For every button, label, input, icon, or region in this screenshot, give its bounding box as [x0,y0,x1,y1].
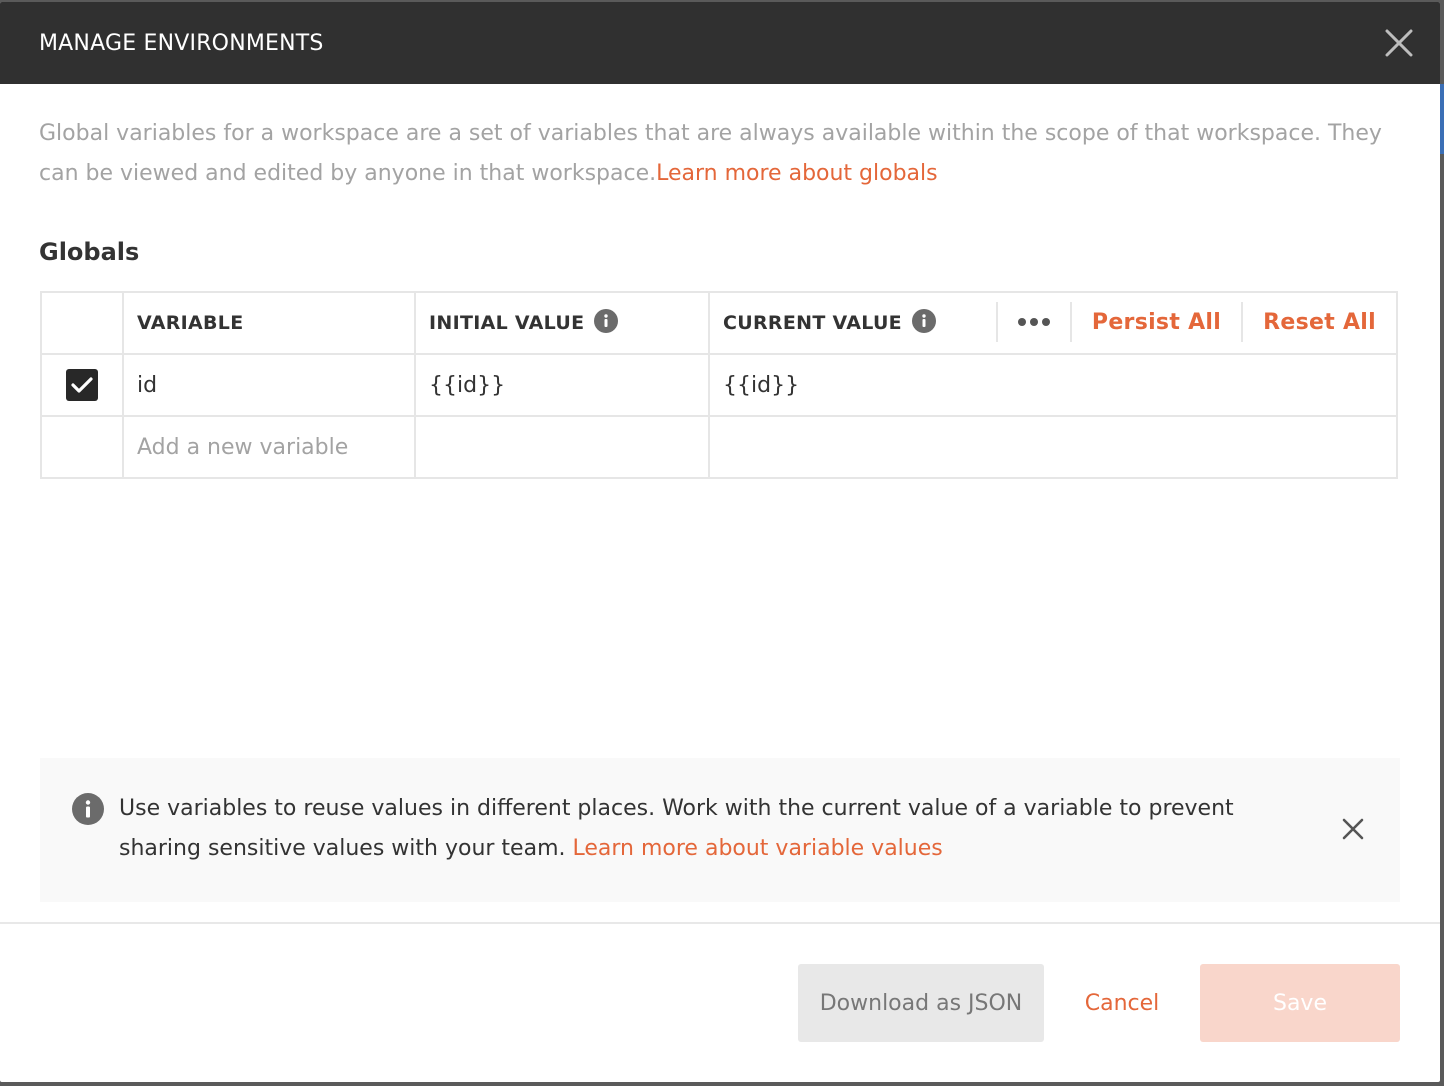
header-checkbox-cell [42,293,124,353]
save-button[interactable]: Save [1200,964,1400,1042]
current-value-field[interactable]: {{id}} [710,355,1396,415]
enabled-checkbox[interactable] [66,369,98,401]
header-current-value: CURRENT VALUE Persist All Reset All [710,293,1396,353]
cancel-button[interactable]: Cancel [1072,964,1172,1042]
info-icon[interactable] [911,308,936,338]
variables-tip-banner: Use variables to reuse values in differe… [40,758,1400,902]
variable-name-field[interactable]: id [124,355,416,415]
persist-all-button[interactable]: Persist All [1072,310,1241,335]
modal-title: MANAGE ENVIRONMENTS [39,31,324,56]
modal-header: MANAGE ENVIRONMENTS [0,2,1440,84]
row-checkbox-cell [42,355,124,415]
header-initial-value: INITIAL VALUE [416,293,710,353]
new-initial-value-field[interactable] [416,417,710,477]
new-current-value-field[interactable] [710,417,1396,477]
table-row: id {{id}} {{id}} [42,355,1396,417]
initial-value-value: {{id}} [429,372,506,398]
close-icon[interactable] [1384,28,1414,58]
variables-table: VARIABLE INITIAL VALUE CURRENT VALUE Per… [40,291,1398,479]
manage-environments-modal: MANAGE ENVIRONMENTS Global variables for… [0,2,1440,1082]
add-variable-placeholder: Add a new variable [137,434,349,460]
current-value-value: {{id}} [723,372,800,398]
footer-divider [0,922,1440,924]
reset-all-button[interactable]: Reset All [1243,310,1396,335]
initial-value-field[interactable]: {{id}} [416,355,710,415]
add-variable-input[interactable]: Add a new variable [124,417,416,477]
globals-description: Global variables for a workspace are a s… [39,114,1409,194]
table-header-row: VARIABLE INITIAL VALUE CURRENT VALUE Per… [42,293,1396,355]
info-icon [72,793,104,829]
learn-more-variable-values-link[interactable]: Learn more about variable values [573,836,943,861]
section-title: Globals [39,238,140,266]
header-initial-value-label: INITIAL VALUE [429,312,585,334]
header-variable: VARIABLE [124,293,416,353]
download-json-button[interactable]: Download as JSON [798,964,1044,1042]
learn-more-globals-link[interactable]: Learn more about globals [656,161,938,186]
info-icon[interactable] [594,308,619,338]
header-actions: Persist All Reset All [995,293,1396,351]
new-variable-row: Add a new variable [42,417,1396,477]
check-icon [71,377,93,393]
close-icon[interactable] [1342,818,1364,844]
header-variable-label: VARIABLE [137,312,244,334]
more-horizontal-icon[interactable] [998,317,1070,327]
header-current-value-label: CURRENT VALUE [723,312,902,334]
tip-text: Use variables to reuse values in differe… [119,789,1269,869]
new-row-checkbox-cell [42,417,124,477]
variable-name-value: id [137,372,158,398]
